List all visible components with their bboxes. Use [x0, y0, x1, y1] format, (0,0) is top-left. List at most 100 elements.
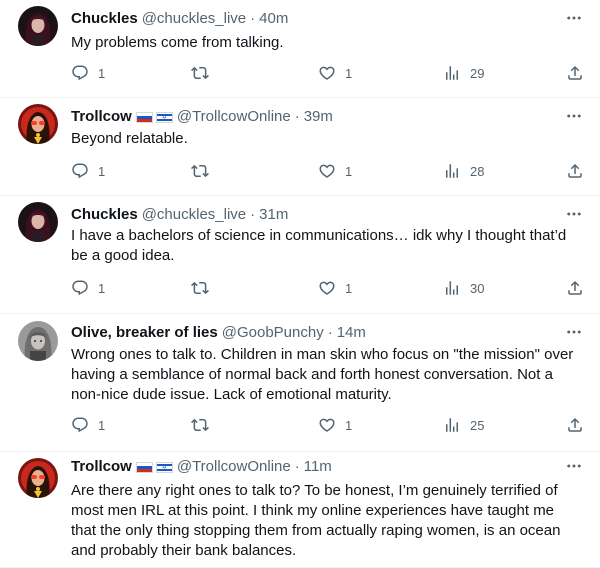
retweet-button[interactable]: [191, 161, 209, 181]
russia-flag-icon: [135, 461, 153, 473]
views-chart-icon: [443, 64, 461, 82]
more-icon: [565, 323, 583, 341]
user-handle[interactable]: @TrollcowOnline: [177, 457, 291, 477]
tweet-actions: 1 1 30: [71, 278, 586, 298]
avatar[interactable]: [18, 202, 58, 242]
share-icon: [566, 162, 584, 180]
more-options-button[interactable]: [564, 322, 584, 342]
view-count: 28: [470, 163, 485, 179]
share-button[interactable]: [566, 278, 584, 298]
red-sunglasses-woman-avatar-image: [18, 458, 58, 498]
tweet-item[interactable]: Chuckles @chuckles_live · 40m My problem…: [0, 0, 600, 98]
reply-icon: [71, 64, 89, 82]
tweet-header: Chuckles @chuckles_live · 31m: [71, 205, 550, 225]
tweet-item[interactable]: Trollcow ✡ @TrollcowOnline · 11m Are the…: [0, 452, 600, 568]
more-icon: [565, 107, 583, 125]
more-icon: [565, 205, 583, 223]
share-button[interactable]: [566, 161, 584, 181]
avatar[interactable]: [18, 6, 58, 46]
like-button[interactable]: 1: [318, 161, 352, 181]
view-count: 25: [470, 417, 485, 433]
display-name[interactable]: Chuckles: [71, 205, 138, 225]
more-options-button[interactable]: [564, 106, 584, 126]
tweet-actions: 1 1 25: [71, 415, 586, 435]
views-button[interactable]: 28: [443, 161, 484, 181]
tweet-item[interactable]: Trollcow ✡ @TrollcowOnline · 39m Beyond …: [0, 98, 600, 196]
reply-icon: [71, 162, 89, 180]
display-name[interactable]: Olive, breaker of lies: [71, 323, 218, 343]
like-count: 1: [345, 417, 353, 433]
views-button[interactable]: 25: [443, 415, 484, 435]
like-button[interactable]: 1: [318, 63, 352, 83]
retweet-button[interactable]: [191, 63, 209, 83]
reply-count: 1: [98, 163, 106, 179]
views-chart-icon: [443, 416, 461, 434]
reply-count: 1: [98, 417, 106, 433]
timestamp[interactable]: 40m: [259, 9, 288, 29]
tweet-header: Chuckles @chuckles_live · 40m: [71, 9, 550, 29]
tweet-item[interactable]: Olive, breaker of lies @GoobPunchy · 14m…: [0, 314, 600, 452]
reply-icon: [71, 416, 89, 434]
tweet-text: Beyond relatable.: [71, 130, 188, 147]
display-name[interactable]: Trollcow: [71, 457, 132, 477]
avatar[interactable]: [18, 321, 58, 361]
views-button[interactable]: 30: [443, 278, 484, 298]
like-count: 1: [345, 163, 353, 179]
timestamp[interactable]: 11m: [304, 457, 332, 477]
timestamp[interactable]: 31m: [259, 205, 288, 225]
avatar[interactable]: [18, 458, 58, 498]
tweet-header: Olive, breaker of lies @GoobPunchy · 14m: [71, 323, 550, 343]
reply-icon: [71, 279, 89, 297]
dark-haired-woman-avatar-image: [18, 202, 58, 242]
retweet-icon: [191, 162, 209, 180]
retweet-button[interactable]: [191, 415, 209, 435]
red-sunglasses-woman-avatar-image: [18, 104, 58, 144]
dark-haired-woman-avatar-image: [18, 6, 58, 46]
tweet-actions: 1 1 28: [71, 161, 586, 181]
more-options-button[interactable]: [564, 8, 584, 28]
reply-button[interactable]: 1: [71, 415, 105, 435]
more-options-button[interactable]: [564, 456, 584, 476]
user-handle[interactable]: @TrollcowOnline: [177, 107, 291, 127]
view-count: 30: [470, 280, 485, 296]
like-button[interactable]: 1: [318, 278, 352, 298]
tweet-text: My problems come from talking.: [71, 34, 284, 51]
separator-dot: ·: [294, 108, 300, 125]
timestamp[interactable]: 14m: [337, 323, 366, 343]
tweet-header: Trollcow ✡ @TrollcowOnline · 11m: [71, 457, 550, 477]
timestamp[interactable]: 39m: [304, 107, 333, 127]
share-button[interactable]: [566, 63, 584, 83]
heart-icon: [318, 64, 336, 82]
israel-flag-icon: ✡: [155, 461, 173, 473]
avatar[interactable]: [18, 104, 58, 144]
flag-emojis: ✡: [135, 461, 173, 473]
more-options-button[interactable]: [564, 204, 584, 224]
view-count: 29: [470, 65, 485, 81]
share-icon: [566, 416, 584, 434]
display-name[interactable]: Chuckles: [71, 9, 138, 29]
display-name[interactable]: Trollcow: [71, 107, 132, 127]
user-handle[interactable]: @GoobPunchy: [222, 323, 324, 343]
reply-button[interactable]: 1: [71, 63, 105, 83]
separator-dot: ·: [250, 206, 256, 223]
like-button[interactable]: 1: [318, 415, 352, 435]
user-handle[interactable]: @chuckles_live: [142, 205, 246, 225]
retweet-button[interactable]: [191, 278, 209, 298]
tweet-text: Wrong ones to talk to. Children in man s…: [71, 346, 574, 403]
heart-icon: [318, 162, 336, 180]
user-handle[interactable]: @chuckles_live: [142, 9, 246, 29]
flag-emojis: ✡: [135, 111, 173, 123]
tweet-item[interactable]: Chuckles @chuckles_live · 31m I have a b…: [0, 196, 600, 314]
tweet-actions: 1 1 29: [71, 63, 586, 83]
reply-button[interactable]: 1: [71, 161, 105, 181]
like-count: 1: [345, 65, 353, 81]
views-button[interactable]: 29: [443, 63, 484, 83]
reply-button[interactable]: 1: [71, 278, 105, 298]
share-icon: [566, 279, 584, 297]
like-count: 1: [345, 280, 353, 296]
tweet-text: I have a bachelors of science in communi…: [71, 227, 567, 264]
heart-icon: [318, 279, 336, 297]
grey-haired-woman-avatar-image: [18, 321, 58, 361]
share-button[interactable]: [566, 415, 584, 435]
tweet-header: Trollcow ✡ @TrollcowOnline · 39m: [71, 107, 550, 127]
